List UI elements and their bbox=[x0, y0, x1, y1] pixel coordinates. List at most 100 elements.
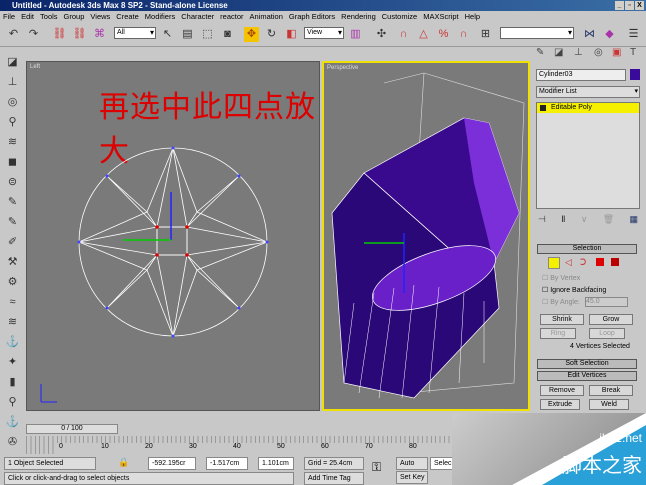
z-coordinate-field[interactable]: 1.101cm bbox=[258, 457, 294, 470]
ring-button[interactable]: Ring bbox=[540, 328, 576, 339]
viewport-left[interactable]: Left 再选中此四点放大 bbox=[26, 61, 320, 411]
menu-file[interactable]: File bbox=[3, 11, 15, 23]
snap-3d-icon[interactable]: ∩ bbox=[396, 27, 411, 42]
create-icon[interactable]: ◪ bbox=[5, 55, 20, 70]
shrink-button[interactable]: Shrink bbox=[540, 314, 584, 325]
object-name-field[interactable]: Cylinder03 bbox=[536, 69, 626, 81]
grow-button[interactable]: Grow bbox=[589, 314, 633, 325]
unlink-icon[interactable]: ⛓ bbox=[72, 27, 87, 42]
extrude-button[interactable]: Extrude bbox=[540, 399, 580, 410]
menu-reactor[interactable]: reactor bbox=[220, 11, 243, 23]
select-by-name-icon[interactable]: ▤ bbox=[180, 27, 195, 42]
minimize-button[interactable]: _ bbox=[615, 1, 624, 10]
menu-edit[interactable]: Edit bbox=[21, 11, 34, 23]
mirror-icon[interactable]: ⋈ bbox=[582, 27, 597, 42]
menu-create[interactable]: Create bbox=[116, 11, 139, 23]
motion-tab-icon[interactable]: ◎ bbox=[594, 47, 603, 58]
rotate-icon[interactable]: ↻ bbox=[264, 27, 279, 42]
tool-icon[interactable]: ▮ bbox=[5, 375, 20, 390]
tool-icon[interactable]: ✎ bbox=[5, 215, 20, 230]
reference-coord-dropdown[interactable]: View bbox=[304, 27, 344, 39]
create-tab-icon[interactable]: ✎ bbox=[536, 47, 544, 58]
bind-spacewarp-icon[interactable]: ⌘ bbox=[92, 27, 107, 42]
make-unique-icon[interactable]: ∨ bbox=[581, 214, 588, 225]
link-icon[interactable]: ⛓ bbox=[52, 27, 67, 42]
expand-icon[interactable] bbox=[540, 105, 546, 111]
tool-icon[interactable]: ✐ bbox=[5, 235, 20, 250]
menu-animation[interactable]: Animation bbox=[250, 11, 283, 23]
named-selection-icon[interactable]: ⊞ bbox=[478, 27, 493, 42]
tool-icon[interactable]: ⚓ bbox=[5, 335, 20, 350]
scale-icon[interactable]: ◧ bbox=[284, 27, 299, 42]
menu-maxscript[interactable]: MAXScript bbox=[423, 11, 458, 23]
time-slider[interactable]: 0 / 100 bbox=[26, 424, 118, 434]
helper-icon[interactable]: ◎ bbox=[5, 95, 20, 110]
lock-icon[interactable]: 🔒 bbox=[118, 457, 129, 468]
rectangle-selection-icon[interactable]: ⬚ bbox=[200, 27, 215, 42]
by-vertex-checkbox[interactable]: ☐ By Vertex bbox=[542, 274, 580, 282]
add-time-tag-button[interactable]: Add Time Tag bbox=[304, 472, 364, 485]
configure-sets-icon[interactable]: ▦ bbox=[629, 214, 638, 225]
redo-icon[interactable]: ↷ bbox=[26, 27, 41, 42]
edge-mode-icon[interactable]: ◁ bbox=[565, 257, 572, 268]
show-end-result-icon[interactable]: Ⅱ bbox=[561, 214, 565, 225]
pivot-icon[interactable]: ▥ bbox=[348, 27, 363, 42]
hierarchy-icon[interactable]: ⊥ bbox=[5, 75, 20, 90]
key-icon[interactable]: ⚿ bbox=[372, 460, 381, 475]
tool-icon[interactable]: ≈ bbox=[5, 295, 20, 310]
space-warp-icon[interactable]: ⚲ bbox=[5, 115, 20, 130]
object-color-swatch[interactable] bbox=[630, 69, 640, 80]
y-coordinate-field[interactable]: -1.517cm bbox=[206, 457, 248, 470]
viewport-perspective[interactable]: Perspective bbox=[322, 61, 530, 411]
menu-modifiers[interactable]: Modifiers bbox=[145, 11, 175, 23]
stack-item-editable-poly[interactable]: Editable Poly bbox=[537, 103, 639, 113]
break-button[interactable]: Break bbox=[589, 385, 633, 396]
selection-filter-dropdown[interactable]: All bbox=[114, 27, 156, 39]
maximize-button[interactable]: ▫ bbox=[625, 1, 634, 10]
polygon-mode-icon[interactable] bbox=[596, 258, 604, 266]
tool-icon[interactable]: ✎ bbox=[5, 195, 20, 210]
tool-icon[interactable]: ✦ bbox=[5, 355, 20, 370]
weld-button[interactable]: Weld bbox=[589, 399, 629, 410]
utilities-tab-icon[interactable]: T bbox=[630, 47, 636, 58]
set-key-button[interactable]: Set Key bbox=[396, 471, 428, 484]
modify-icon[interactable]: ≋ bbox=[5, 135, 20, 150]
soft-selection-rollout-header[interactable]: Soft Selection bbox=[537, 359, 637, 369]
spinner-snap-icon[interactable]: ∩ bbox=[456, 27, 471, 42]
auto-key-button[interactable]: Auto Key bbox=[396, 457, 428, 479]
remove-button[interactable]: Remove bbox=[540, 385, 584, 396]
menu-tools[interactable]: Tools bbox=[40, 11, 58, 23]
tool-icon[interactable]: ⚓ bbox=[5, 415, 20, 430]
border-mode-icon[interactable]: Ↄ bbox=[580, 257, 586, 268]
undo-icon[interactable]: ↶ bbox=[6, 27, 21, 42]
x-coordinate-field[interactable]: -592.195cr bbox=[148, 457, 196, 470]
manipulate-icon[interactable]: ✣ bbox=[374, 27, 389, 42]
menu-rendering[interactable]: Rendering bbox=[341, 11, 376, 23]
display-tab-icon[interactable]: ▣ bbox=[612, 47, 621, 58]
tool-icon[interactable]: ⚒ bbox=[5, 255, 20, 270]
cylinder-icon[interactable]: ⊜ bbox=[5, 175, 20, 190]
remove-modifier-icon[interactable]: 🗑 bbox=[603, 214, 614, 225]
menu-help[interactable]: Help bbox=[465, 11, 480, 23]
angle-snap-icon[interactable]: △ bbox=[416, 27, 431, 42]
move-icon[interactable]: ✥ bbox=[244, 27, 259, 42]
box-icon[interactable]: ◼ bbox=[5, 155, 20, 170]
menu-graph-editors[interactable]: Graph Editors bbox=[289, 11, 335, 23]
ignore-backfacing-checkbox[interactable]: ☐ Ignore Backfacing bbox=[542, 286, 606, 294]
reactor-icon[interactable]: ✇ bbox=[5, 435, 20, 450]
select-icon[interactable]: ↖ bbox=[160, 27, 175, 42]
selection-rollout-header[interactable]: Selection bbox=[537, 244, 637, 254]
tool-icon[interactable]: ⚲ bbox=[5, 395, 20, 410]
named-selection-dropdown[interactable] bbox=[500, 27, 574, 39]
menu-customize[interactable]: Customize bbox=[382, 11, 417, 23]
window-crossing-icon[interactable]: ◙ bbox=[220, 27, 235, 42]
tool-icon[interactable]: ⚙ bbox=[5, 275, 20, 290]
layer-manager-icon[interactable]: ☰ bbox=[626, 27, 641, 42]
menu-character[interactable]: Character bbox=[181, 11, 214, 23]
modify-tab-icon[interactable]: ◪ bbox=[554, 47, 563, 58]
percent-snap-icon[interactable]: % bbox=[436, 27, 451, 42]
by-angle-checkbox[interactable]: ☐ By Angle: bbox=[542, 298, 580, 306]
close-button[interactable]: X bbox=[635, 1, 644, 10]
modifier-list-dropdown[interactable]: Modifier List ▾ bbox=[536, 86, 640, 98]
menu-group[interactable]: Group bbox=[64, 11, 85, 23]
